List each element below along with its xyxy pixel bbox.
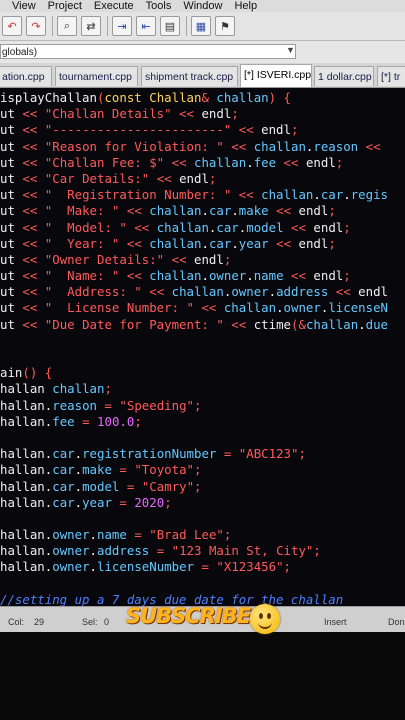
scope-select[interactable]: globals) — [0, 44, 296, 59]
code-line: hallan.car.make = "Toyota"; — [0, 462, 202, 478]
chevron-down-icon[interactable]: ▼ — [286, 45, 295, 55]
menu-execute[interactable]: Execute — [94, 0, 134, 12]
code-line: hallan.car.model = "Camry"; — [0, 478, 202, 494]
code-line: ut << " Model: " << challan.car.model <<… — [0, 219, 351, 235]
code-line: hallan.owner.address = "123 Main St, Cit… — [0, 543, 321, 559]
code-line: ut << "Owner Details:" << endl; — [0, 251, 232, 267]
toolbar: ↶ ↷ ⌕ ⇄ ⇥ ⇤ ▤ ▦ ⚑ — [0, 12, 405, 41]
indent-icon[interactable]: ⇥ — [112, 16, 132, 36]
status-insert: Insert — [324, 617, 347, 627]
tab-file-active[interactable]: [*] ISVERI.cpp — [240, 64, 312, 87]
tab-file-5[interactable]: 1 dollar.cpp — [314, 66, 374, 86]
smiley-emoji-icon — [250, 604, 280, 634]
code-editor[interactable]: isplayChallan(const Challan& challan) {u… — [0, 88, 405, 606]
menu-view[interactable]: View — [12, 0, 36, 12]
code-line: ut << " Address: " << challan.owner.addr… — [0, 284, 389, 300]
code-line: ain() { — [0, 365, 53, 381]
menu-help[interactable]: Help — [234, 0, 257, 12]
code-line: ut << " Year: " << challan.car.year << e… — [0, 235, 336, 251]
code-line: hallan.reason = "Speeding"; — [0, 397, 202, 413]
toolbar-separator — [186, 16, 187, 36]
toggle-comment-icon[interactable]: ▤ — [160, 16, 180, 36]
code-line: ut << " License Number: " << challan.own… — [0, 300, 388, 316]
code-line: hallan.owner.licenseNumber = "X123456"; — [0, 559, 292, 575]
code-line: hallan challan; — [0, 381, 112, 397]
code-line: ut << "Car Details:" << endl; — [0, 170, 217, 186]
goto-icon[interactable]: ▦ — [191, 16, 211, 36]
status-sel-value: 0 — [104, 617, 110, 627]
code-line: hallan.car.registrationNumber = "ABC123"… — [0, 446, 306, 462]
menu-tools[interactable]: Tools — [146, 0, 172, 12]
dark-area — [0, 632, 405, 720]
menu-bar: View Project Execute Tools Window Help — [0, 0, 405, 12]
code-line: hallan.owner.name = "Brad Lee"; — [0, 527, 232, 543]
find-icon[interactable]: ⌕ — [57, 16, 77, 36]
toolbar-separator — [52, 16, 53, 36]
status-done: Don — [388, 617, 405, 627]
tab-file-3[interactable]: shipment track.cpp — [141, 66, 238, 86]
scope-bar: globals) ▼ — [0, 41, 405, 63]
tab-file-1[interactable]: ation.cpp — [0, 66, 52, 86]
status-col-label: Col: — [8, 617, 25, 627]
code-line: ut << "Challan Fee: $" << challan.fee <<… — [0, 154, 344, 170]
undo-icon[interactable]: ↶ — [2, 16, 22, 36]
status-sel-label: Sel: — [82, 617, 98, 627]
menu-window[interactable]: Window — [183, 0, 222, 12]
menu-project[interactable]: Project — [48, 0, 82, 12]
bookmark-icon[interactable]: ⚑ — [215, 16, 235, 36]
status-col-value: 29 — [34, 617, 45, 627]
code-line: hallan.fee = 100.0; — [0, 413, 142, 429]
toolbar-separator — [107, 16, 108, 36]
redo-icon[interactable]: ↷ — [26, 16, 46, 36]
tab-file-6[interactable]: [*] tr — [377, 66, 405, 86]
code-line: ut << " Name: " << challan.owner.name <<… — [0, 268, 351, 284]
code-line: ut << " Registration Number: " << challa… — [0, 187, 388, 203]
editor-tabs: ation.cpp tournament.cpp shipment track.… — [0, 63, 405, 88]
subscribe-overlay: SUBSCRIBE — [126, 604, 251, 628]
code-line: hallan.car.year = 2020; — [0, 494, 172, 510]
code-line: ut << "Reason for Violation: " << challa… — [0, 138, 381, 154]
code-line: ut << "-----------------------" << endl; — [0, 122, 299, 138]
code-line: ut << "Challan Details" << endl; — [0, 106, 239, 122]
code-text: isplayChallan(const Challan& challan) {u… — [0, 90, 388, 606]
code-line: ut << "Due Date for Payment: " << ctime(… — [0, 316, 389, 332]
code-line: isplayChallan(const Challan& challan) { — [0, 90, 292, 105]
code-line: ut << " Make: " << challan.car.make << e… — [0, 203, 336, 219]
tab-file-2[interactable]: tournament.cpp — [55, 66, 138, 86]
unindent-icon[interactable]: ⇤ — [136, 16, 156, 36]
replace-icon[interactable]: ⇄ — [81, 16, 101, 36]
